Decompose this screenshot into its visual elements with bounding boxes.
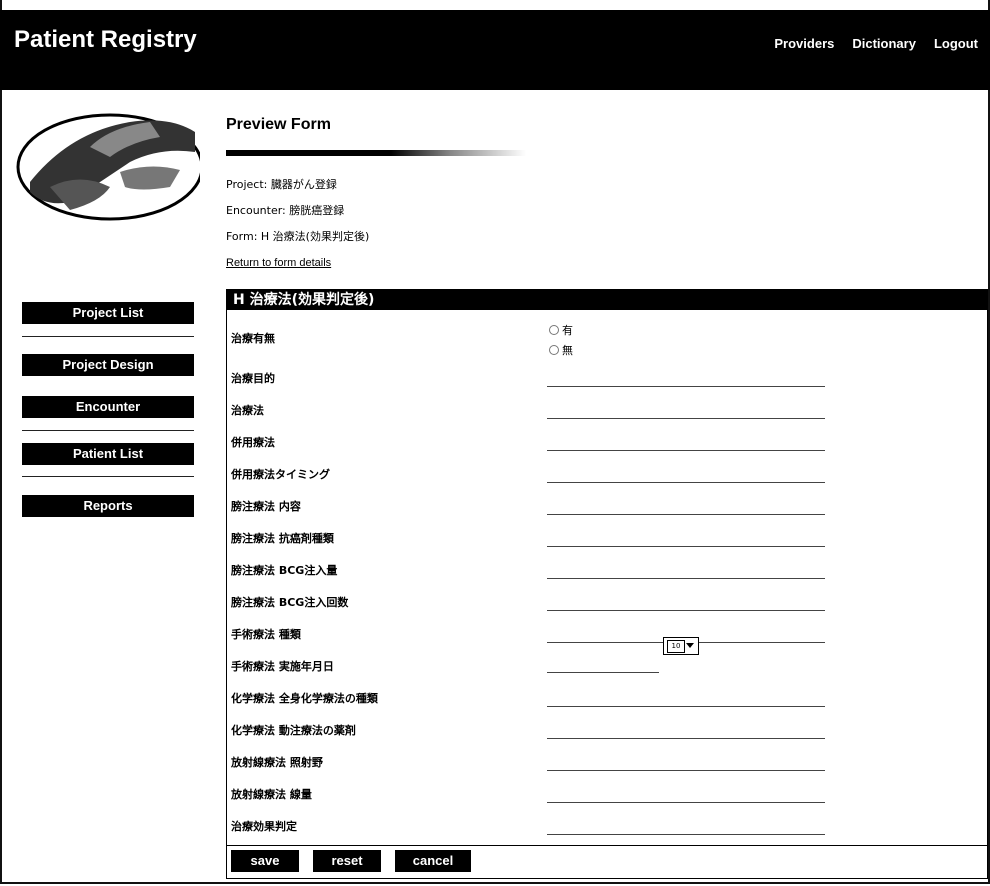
sidebar-item-encounter[interactable]: Encounter — [22, 396, 194, 418]
field-label: 治療目的 — [231, 372, 275, 385]
sidebar-item-project-list[interactable]: Project List — [22, 302, 194, 324]
sidebar-divider — [22, 336, 194, 337]
field-label: 膀注療法 抗癌剤種類 — [231, 532, 334, 545]
app-title: Patient Registry — [14, 26, 197, 53]
field-input[interactable] — [547, 546, 825, 547]
field-input[interactable] — [547, 482, 825, 483]
nav-logout-link[interactable]: Logout — [934, 36, 978, 51]
field-input[interactable] — [547, 450, 825, 451]
return-to-form-details-link[interactable]: Return to form details — [226, 257, 331, 269]
radio-label: 有 — [562, 324, 573, 337]
field-input[interactable] — [547, 738, 825, 739]
page-title: Preview Form — [226, 116, 331, 133]
top-header: Patient Registry Providers Dictionary Lo… — [0, 10, 990, 90]
field-input[interactable] — [547, 514, 825, 515]
field-label: 放射線療法 照射野 — [231, 756, 323, 769]
radio-label: 無 — [562, 344, 573, 357]
field-input[interactable] — [547, 610, 825, 611]
field-label: 治療効果判定 — [231, 820, 297, 833]
sidebar-item-patient-list[interactable]: Patient List — [22, 443, 194, 465]
button-bar-divider — [227, 845, 987, 846]
field-label: 膀注療法 BCG注入量 — [231, 564, 338, 577]
sidebar-divider — [22, 430, 194, 431]
field-input[interactable] — [547, 578, 825, 579]
cancel-button[interactable]: cancel — [395, 850, 471, 872]
field-input[interactable] — [547, 386, 825, 387]
form-info: Form: H 治療法(効果判定後) — [226, 230, 370, 243]
globe-logo — [16, 113, 200, 221]
save-button[interactable]: save — [231, 850, 299, 872]
field-label: 放射線療法 線量 — [231, 788, 312, 801]
encounter-info: Encounter: 膀胱癌登録 — [226, 204, 345, 217]
sidebar-item-reports[interactable]: Reports — [22, 495, 194, 517]
field-label: 膀注療法 BCG注入回数 — [231, 596, 349, 609]
radio-button[interactable] — [549, 345, 559, 355]
sidebar-divider — [22, 476, 194, 477]
calendar-icon: 10 — [667, 640, 685, 653]
radio-button[interactable] — [549, 325, 559, 335]
title-divider — [226, 150, 526, 156]
field-input[interactable] — [547, 418, 825, 419]
field-label: 化学療法 動注療法の薬剤 — [231, 724, 356, 737]
nav-providers-link[interactable]: Providers — [774, 36, 834, 51]
form-panel: H 治療法(効果判定後) 治療有無 有 無 治療目的 治療法 併用療法 併用療法… — [226, 289, 988, 879]
nav-dictionary-link[interactable]: Dictionary — [852, 36, 916, 51]
chevron-down-icon — [686, 643, 694, 648]
field-label: 手術療法 実施年月日 — [231, 660, 334, 673]
field-label: 治療法 — [231, 404, 264, 417]
field-input[interactable] — [547, 834, 825, 835]
project-info: Project: 臓器がん登録 — [226, 178, 337, 191]
field-input[interactable] — [547, 770, 825, 771]
radio-option-no[interactable]: 無 — [549, 342, 573, 358]
calendar-picker-button[interactable]: 10 — [663, 637, 699, 655]
field-label: 膀注療法 内容 — [231, 500, 301, 513]
field-input[interactable] — [547, 706, 825, 707]
form-header: H 治療法(効果判定後) — [227, 290, 987, 310]
field-input[interactable] — [547, 802, 825, 803]
top-nav: Providers Dictionary Logout — [774, 36, 978, 51]
field-label: 化学療法 全身化学療法の種類 — [231, 692, 378, 705]
field-label: 併用療法 — [231, 436, 275, 449]
sidebar-item-project-design[interactable]: Project Design — [22, 354, 194, 376]
field-label: 併用療法タイミング — [231, 468, 330, 481]
sidebar: Project List Project Design Encounter Pa… — [0, 92, 218, 882]
reset-button[interactable]: reset — [313, 850, 381, 872]
date-input[interactable] — [547, 672, 659, 673]
field-label: 手術療法 種類 — [231, 628, 301, 641]
field-label: 治療有無 — [231, 332, 275, 345]
radio-option-yes[interactable]: 有 — [549, 322, 573, 338]
